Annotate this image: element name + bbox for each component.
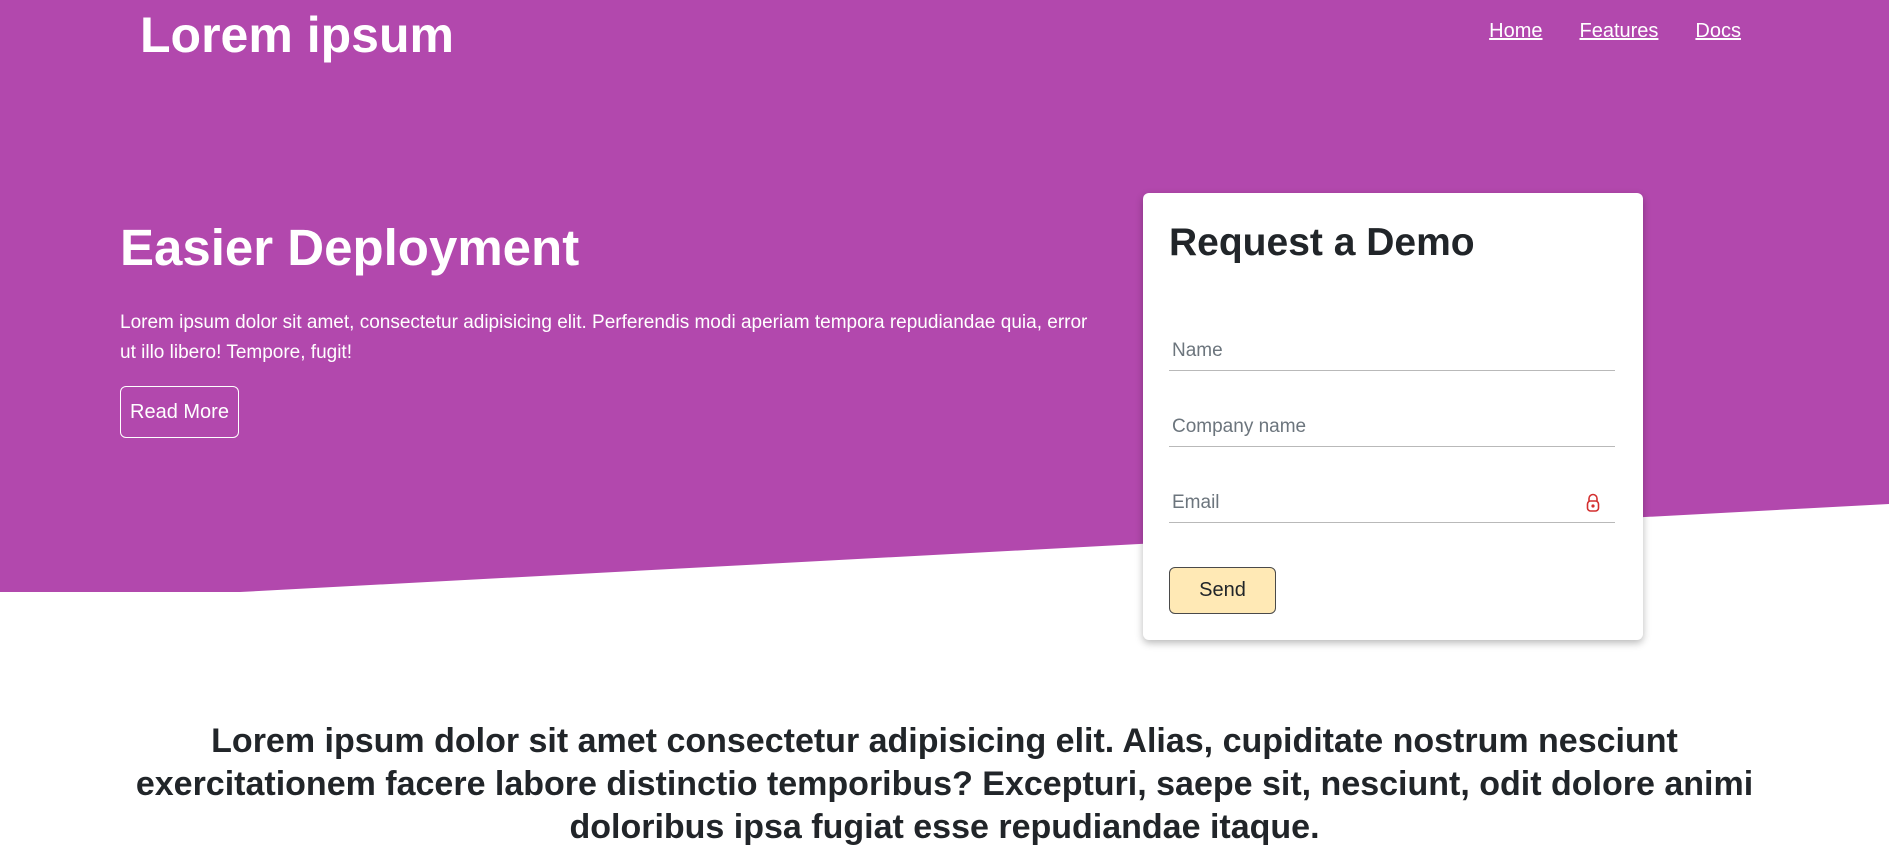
email-input[interactable]	[1169, 483, 1615, 522]
name-input[interactable]	[1169, 331, 1615, 370]
hero-description: Lorem ipsum dolor sit amet, consectetur …	[120, 312, 1088, 363]
company-name-input[interactable]	[1169, 407, 1615, 446]
company-field	[1169, 407, 1615, 447]
send-button[interactable]: Send	[1169, 567, 1276, 614]
nav-link-features[interactable]: Features	[1579, 20, 1658, 43]
name-field	[1169, 331, 1615, 371]
request-demo-card: Request a Demo Send	[1143, 193, 1643, 640]
demo-form-title: Request a Demo	[1169, 221, 1475, 264]
lock-icon	[1586, 493, 1600, 512]
nav-link-home[interactable]: Home	[1489, 20, 1542, 43]
landing-page: Lorem ipsum Home Features Docs Easier De…	[0, 0, 1889, 853]
read-more-button[interactable]: Read More	[120, 386, 239, 438]
brand-logo-text[interactable]: Lorem ipsum	[140, 6, 454, 64]
nav-link-docs[interactable]: Docs	[1695, 20, 1741, 43]
top-nav: Home Features Docs	[1489, 20, 1741, 43]
hero-title: Easier Deployment	[120, 219, 580, 276]
email-field	[1169, 483, 1615, 523]
lead-paragraph: Lorem ipsum dolor sit amet consectetur a…	[135, 722, 1754, 846]
